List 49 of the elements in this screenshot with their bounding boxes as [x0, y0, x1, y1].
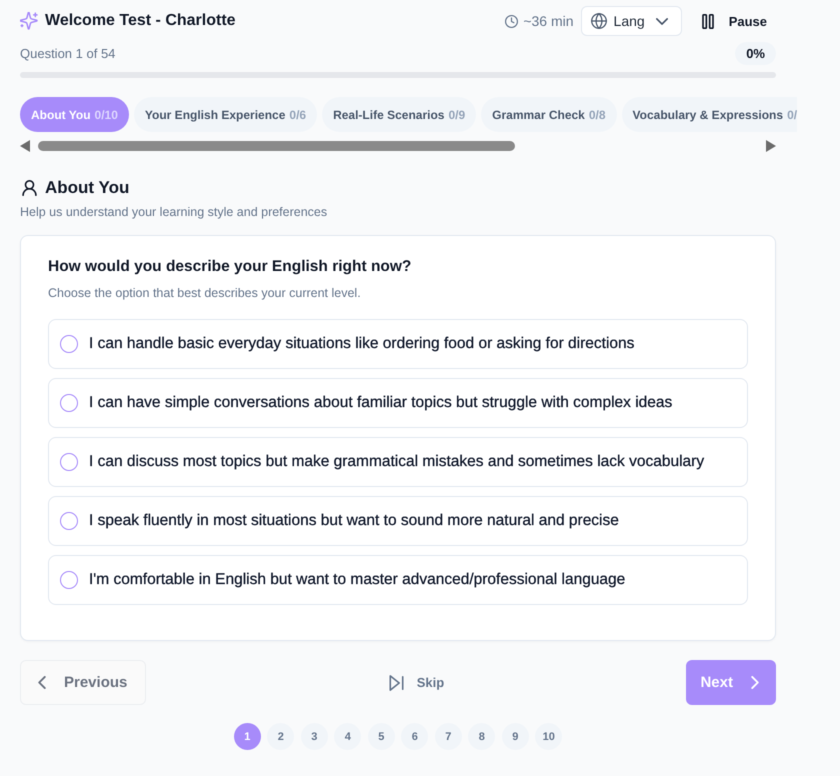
globe-icon: [590, 13, 607, 29]
section-tab[interactable]: Real-Life Scenarios 0/9: [322, 97, 476, 132]
pause-button[interactable]: Pause: [692, 6, 776, 36]
radio-button[interactable]: [60, 512, 78, 530]
chevron-left-icon: [38, 676, 46, 689]
skip-forward-icon: [388, 674, 404, 690]
user-icon: [22, 180, 37, 196]
skip-button[interactable]: Skip: [388, 668, 444, 698]
question-hint: Choose the option that best describes your current level.: [48, 285, 362, 301]
page-number[interactable]: 6: [401, 723, 428, 750]
test-title: Welcome Test - Charlotte: [45, 12, 236, 30]
radio-button[interactable]: [60, 335, 78, 353]
section-tab[interactable]: About You 0/10: [20, 97, 129, 132]
section-tab[interactable]: Your English Experience 0/6: [134, 97, 318, 132]
scrollbar-thumb[interactable]: [38, 141, 515, 151]
answer-option[interactable]: I can handle basic everyday situations like ordering food or asking for directions: [48, 319, 748, 369]
page-number[interactable]: 4: [334, 723, 362, 750]
language-dropdown[interactable]: Lang: [580, 6, 682, 36]
page-number[interactable]: 8: [468, 723, 496, 750]
answer-option[interactable]: I speak fluently in most situations but want to sound more natural and precise: [48, 496, 748, 546]
chevron-right-icon: [750, 676, 759, 689]
radio-button[interactable]: [60, 453, 78, 471]
section-title: About You: [45, 178, 130, 198]
question-text: How would you describe your English right now?: [48, 257, 412, 277]
sparkle-icon: [20, 12, 38, 30]
question-counter: Question 1 of 54: [20, 46, 116, 61]
section-tab[interactable]: Grammar Check 0/8: [481, 97, 617, 132]
answer-option[interactable]: I can discuss most topics but make grammatical mistakes and sometimes lack vocabulary: [48, 437, 748, 487]
page-number[interactable]: 3: [300, 723, 328, 750]
section-subtitle: Help us understand your learning style and preferences: [20, 204, 328, 220]
radio-button[interactable]: [60, 394, 78, 412]
scroll-left-icon[interactable]: [20, 140, 30, 152]
page-number[interactable]: 1: [234, 723, 261, 750]
answer-option[interactable]: I'm comfortable in English but want to master advanced/professional language: [48, 555, 748, 605]
section-tab[interactable]: Vocabulary & Expressions 0/: [622, 97, 798, 132]
clock-icon: [505, 14, 518, 28]
percent-badge: 0%: [735, 42, 776, 65]
chevron-down-icon: [656, 18, 668, 24]
next-button[interactable]: Next: [686, 660, 776, 705]
page-number[interactable]: 2: [267, 723, 294, 750]
answer-option[interactable]: I can have simple conversations about familiar topics but struggle with complex ideas: [48, 378, 748, 428]
page-number[interactable]: 10: [535, 723, 562, 750]
pause-icon: [702, 14, 714, 28]
page-number[interactable]: 5: [368, 723, 395, 750]
radio-button[interactable]: [60, 571, 78, 589]
time-estimate: ~36 min: [523, 13, 574, 29]
scroll-right-icon[interactable]: [766, 140, 776, 152]
page-number[interactable]: 9: [502, 723, 529, 750]
page-number[interactable]: 7: [434, 723, 462, 750]
